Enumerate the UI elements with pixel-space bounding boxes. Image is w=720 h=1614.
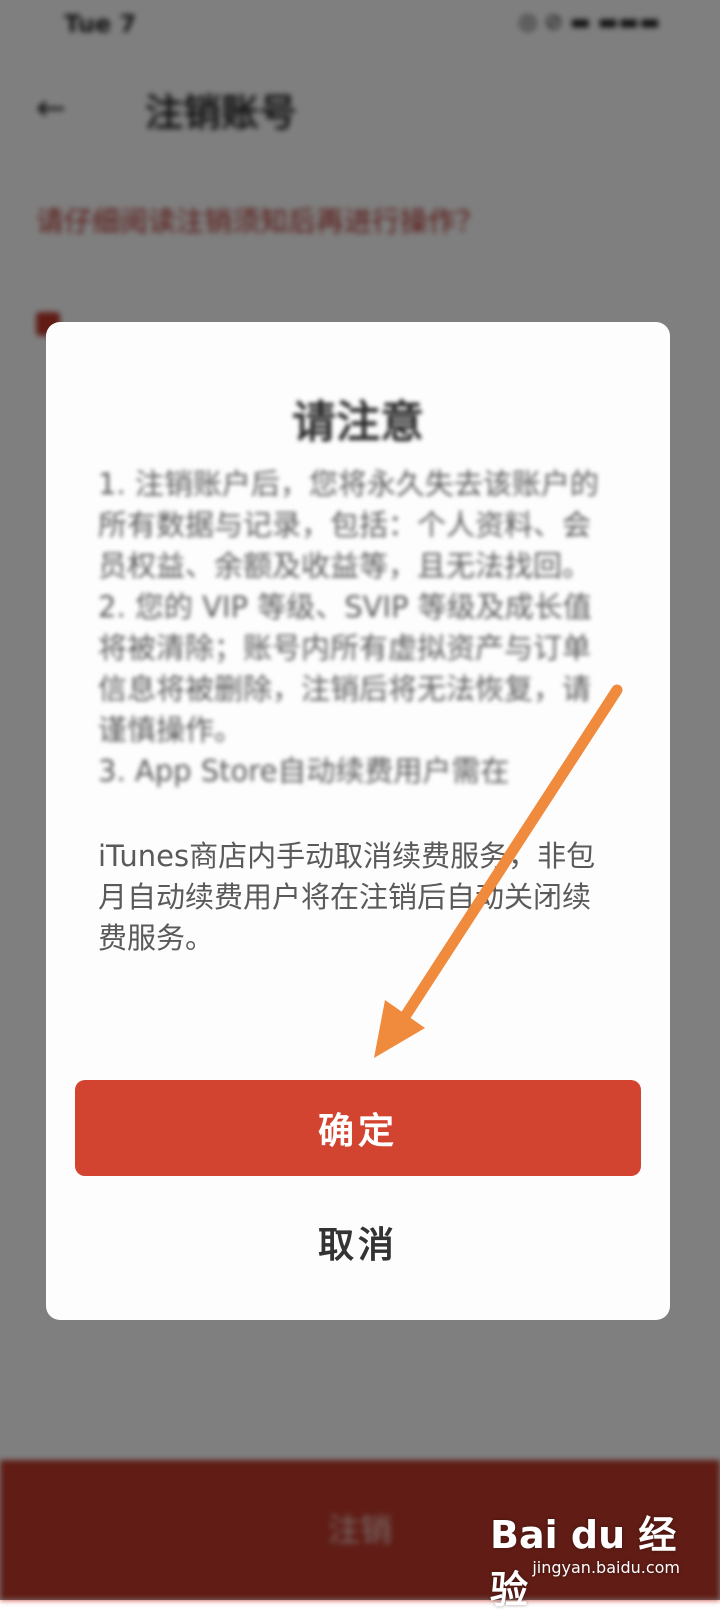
dialog-body-paragraph-3: 3. App Store自动续费用户需在: [98, 754, 510, 788]
confirm-dialog: 请注意 1. 注销账户后，您将永久失去该账户的所有数据与记录，包括：个人资料、会…: [46, 322, 670, 1320]
dialog-body-paragraph-2: 2. 您的 VIP 等级、SVIP 等级及成长值将被清除；账号内所有虚拟资产与订…: [98, 590, 592, 747]
dialog-title: 请注意: [292, 397, 424, 448]
dialog-body-visible-text: iTunes商店内手动取消续费服务，非包月自动续费用户将在注销后自动关闭续费服务…: [98, 839, 596, 955]
watermark: Bai du 经验 jingyan.baidu.com: [490, 1502, 690, 1612]
cancel-button[interactable]: 取消: [75, 1194, 641, 1290]
watermark-url: jingyan.baidu.com: [532, 1558, 680, 1577]
dialog-body-paragraph-1: 1. 注销账户后，您将永久失去该账户的所有数据与记录，包括：个人资料、会员权益、…: [98, 467, 599, 583]
confirm-button[interactable]: 确定: [75, 1080, 641, 1176]
